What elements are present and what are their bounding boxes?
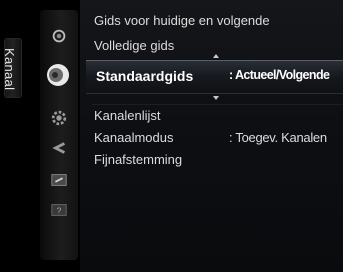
divider <box>92 104 343 105</box>
menu-item-channel-mode[interactable]: Kanaalmodus <box>94 130 174 145</box>
menu-item-fine-tune[interactable]: Fijnafstemming <box>94 152 182 167</box>
menu-item-now-next-guide[interactable]: Gids voor huidige en volgende <box>94 13 270 28</box>
support-icon[interactable]: ? <box>49 200 69 220</box>
input-icon[interactable] <box>49 138 69 158</box>
menu-item-label: Fijnafstemming <box>94 152 183 167</box>
scroll-down-arrow-icon <box>213 96 219 100</box>
svg-text:?: ? <box>57 207 62 216</box>
selected-item-value: : Actueel/Volgende <box>229 68 330 82</box>
menu-item-label: Kanaalmodus <box>94 130 174 145</box>
menu-item-label: Volledige gids <box>94 38 175 53</box>
category-icon-bar: ? <box>40 10 78 260</box>
side-tab-label: Kanaal <box>2 48 17 91</box>
channel-icon[interactable] <box>45 62 71 88</box>
menu-item-label: Kanalenlijst <box>94 108 161 123</box>
tv-menu-screen: Kanaal ? Gids voor huidige en volgende V… <box>0 0 343 272</box>
menu-item-label: Gids voor huidige en volgende <box>94 13 270 28</box>
selected-item-label: Standaardgids <box>96 68 194 84</box>
scroll-up-arrow-icon <box>213 54 219 58</box>
menu-item-full-guide[interactable]: Volledige gids <box>94 38 174 53</box>
picture-icon[interactable] <box>49 26 69 46</box>
setup-icon[interactable] <box>49 108 69 128</box>
channel-mode-value: : Toegev. Kanalen <box>229 130 327 145</box>
application-icon[interactable] <box>49 170 69 190</box>
menu-item-channel-list[interactable]: Kanalenlijst <box>94 108 161 123</box>
